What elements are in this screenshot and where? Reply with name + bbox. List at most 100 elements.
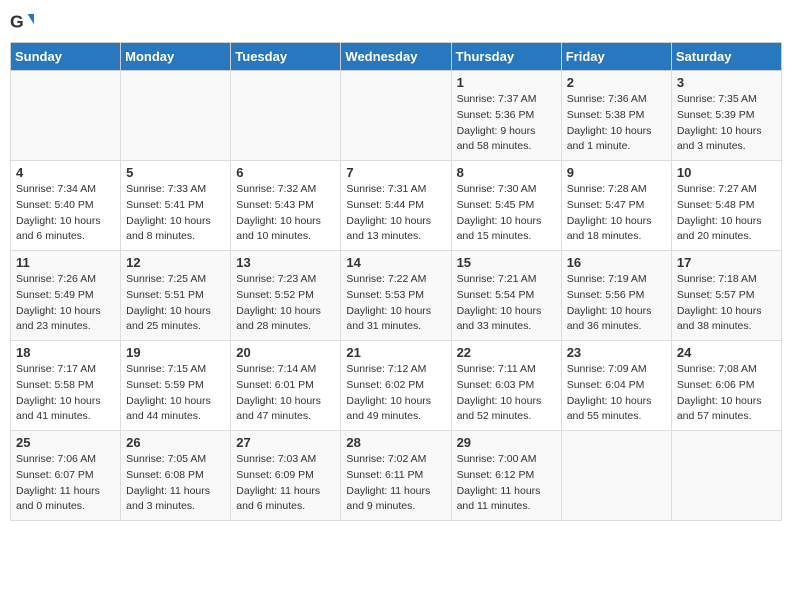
calendar-table: SundayMondayTuesdayWednesdayThursdayFrid… [10,42,782,521]
day-number: 5 [126,165,225,180]
calendar-cell: 7Sunrise: 7:31 AMSunset: 5:44 PMDaylight… [341,161,451,251]
calendar-cell: 16Sunrise: 7:19 AMSunset: 5:56 PMDayligh… [561,251,671,341]
day-header-saturday: Saturday [671,43,781,71]
logo: G [10,10,38,34]
day-number: 18 [16,345,115,360]
day-detail: Sunrise: 7:31 AMSunset: 5:44 PMDaylight:… [346,182,445,245]
day-detail: Sunrise: 7:09 AMSunset: 6:04 PMDaylight:… [567,362,666,425]
calendar-cell: 4 Sunrise: 7:34 AMSunset: 5:40 PMDaylight… [11,161,121,251]
day-detail: Sunrise: 7:28 AMSunset: 5:47 PMDaylight:… [567,182,666,245]
calendar-cell: 21 Sunrise: 7:12 AMSunset: 6:02 PMDayligh… [341,341,451,431]
day-detail: Sunrise: 7:21 AMSunset: 5:54 PMDaylight:… [457,272,556,335]
calendar-cell: 25Sunrise: 7:06 AMSunset: 6:07 PMDayligh… [11,431,121,521]
day-number: 10 [677,165,776,180]
day-number: 12 [126,255,225,270]
header-row: SundayMondayTuesdayWednesdayThursdayFrid… [11,43,782,71]
day-detail: Sunrise: 7:06 AMSunset: 6:07 PMDaylight:… [16,452,115,515]
day-detail: Sunrise: 7:15 AMSunset: 5:59 PMDaylight:… [126,362,225,425]
header: G [10,10,782,34]
calendar-cell: 19 Sunrise: 7:15 AMSunset: 5:59 PMDayligh… [121,341,231,431]
day-detail: Sunrise: 7:18 AMSunset: 5:57 PMDaylight:… [677,272,776,335]
calendar-cell: 11 Sunrise: 7:26 AMSunset: 5:49 PMDayligh… [11,251,121,341]
day-header-thursday: Thursday [451,43,561,71]
day-detail: Sunrise: 7:27 AMSunset: 5:48 PMDaylight:… [677,182,776,245]
day-number: 19 [126,345,225,360]
calendar-cell: 28 Sunrise: 7:02 AMSunset: 6:11 PMDayligh… [341,431,451,521]
calendar-cell: 15 Sunrise: 7:21 AMSunset: 5:54 PMDayligh… [451,251,561,341]
calendar-cell: 10 Sunrise: 7:27 AMSunset: 5:48 PMDayligh… [671,161,781,251]
day-header-monday: Monday [121,43,231,71]
day-detail: Sunrise: 7:33 AMSunset: 5:41 PMDaylight:… [126,182,225,245]
calendar-cell: 20 Sunrise: 7:14 AMSunset: 6:01 PMDayligh… [231,341,341,431]
day-detail: Sunrise: 7:14 AMSunset: 6:01 PMDaylight:… [236,362,335,425]
day-detail: Sunrise: 7:37 AMSunset: 5:36 PMDaylight:… [457,92,556,155]
day-number: 4 [16,165,115,180]
logo-icon: G [10,10,34,34]
day-number: 1 [457,75,556,90]
day-detail: Sunrise: 7:36 AMSunset: 5:38 PMDaylight:… [567,92,666,155]
day-detail: Sunrise: 7:02 AMSunset: 6:11 PMDaylight:… [346,452,445,515]
calendar-cell: 2 Sunrise: 7:36 AMSunset: 5:38 PMDaylight… [561,71,671,161]
day-detail: Sunrise: 7:03 AMSunset: 6:09 PMDaylight:… [236,452,335,515]
calendar-cell: 1 Sunrise: 7:37 AMSunset: 5:36 PMDaylight… [451,71,561,161]
calendar-cell: 27 Sunrise: 7:03 AMSunset: 6:09 PMDayligh… [231,431,341,521]
calendar-cell: 29 Sunrise: 7:00 AMSunset: 6:12 PMDayligh… [451,431,561,521]
week-row-1: 1 Sunrise: 7:37 AMSunset: 5:36 PMDaylight… [11,71,782,161]
calendar-cell: 22 Sunrise: 7:11 AMSunset: 6:03 PMDayligh… [451,341,561,431]
calendar-cell [121,71,231,161]
day-number: 3 [677,75,776,90]
day-number: 6 [236,165,335,180]
day-detail: Sunrise: 7:32 AMSunset: 5:43 PMDaylight:… [236,182,335,245]
week-row-5: 25Sunrise: 7:06 AMSunset: 6:07 PMDayligh… [11,431,782,521]
day-header-wednesday: Wednesday [341,43,451,71]
day-number: 17 [677,255,776,270]
day-number: 20 [236,345,335,360]
calendar-cell: 9 Sunrise: 7:28 AMSunset: 5:47 PMDaylight… [561,161,671,251]
calendar-cell: 6 Sunrise: 7:32 AMSunset: 5:43 PMDaylight… [231,161,341,251]
calendar-cell: 23 Sunrise: 7:09 AMSunset: 6:04 PMDayligh… [561,341,671,431]
week-row-2: 4 Sunrise: 7:34 AMSunset: 5:40 PMDaylight… [11,161,782,251]
day-header-friday: Friday [561,43,671,71]
day-detail: Sunrise: 7:25 AMSunset: 5:51 PMDaylight:… [126,272,225,335]
day-detail: Sunrise: 7:12 AMSunset: 6:02 PMDaylight:… [346,362,445,425]
day-detail: Sunrise: 7:30 AMSunset: 5:45 PMDaylight:… [457,182,556,245]
week-row-3: 11 Sunrise: 7:26 AMSunset: 5:49 PMDayligh… [11,251,782,341]
day-number: 27 [236,435,335,450]
day-number: 15 [457,255,556,270]
day-detail: Sunrise: 7:00 AMSunset: 6:12 PMDaylight:… [457,452,556,515]
day-number: 9 [567,165,666,180]
day-number: 24 [677,345,776,360]
calendar-cell: 5 Sunrise: 7:33 AMSunset: 5:41 PMDaylight… [121,161,231,251]
day-number: 13 [236,255,335,270]
day-detail: Sunrise: 7:11 AMSunset: 6:03 PMDaylight:… [457,362,556,425]
day-detail: Sunrise: 7:05 AMSunset: 6:08 PMDaylight:… [126,452,225,515]
day-number: 16 [567,255,666,270]
calendar-cell: 8 Sunrise: 7:30 AMSunset: 5:45 PMDaylight… [451,161,561,251]
day-detail: Sunrise: 7:17 AMSunset: 5:58 PMDaylight:… [16,362,115,425]
calendar-cell [561,431,671,521]
day-detail: Sunrise: 7:26 AMSunset: 5:49 PMDaylight:… [16,272,115,335]
day-detail: Sunrise: 7:08 AMSunset: 6:06 PMDaylight:… [677,362,776,425]
day-number: 2 [567,75,666,90]
calendar-cell [11,71,121,161]
calendar-cell [671,431,781,521]
day-number: 14 [346,255,445,270]
calendar-cell [341,71,451,161]
day-detail: Sunrise: 7:22 AMSunset: 5:53 PMDaylight:… [346,272,445,335]
calendar-cell: 3 Sunrise: 7:35 AMSunset: 5:39 PMDaylight… [671,71,781,161]
calendar-cell: 14 Sunrise: 7:22 AMSunset: 5:53 PMDayligh… [341,251,451,341]
svg-text:G: G [10,12,24,32]
day-number: 22 [457,345,556,360]
week-row-4: 18 Sunrise: 7:17 AMSunset: 5:58 PMDayligh… [11,341,782,431]
day-number: 8 [457,165,556,180]
day-number: 23 [567,345,666,360]
calendar-cell: 13Sunrise: 7:23 AMSunset: 5:52 PMDayligh… [231,251,341,341]
day-detail: Sunrise: 7:34 AMSunset: 5:40 PMDaylight:… [16,182,115,245]
day-number: 26 [126,435,225,450]
calendar-cell [231,71,341,161]
day-number: 11 [16,255,115,270]
day-number: 29 [457,435,556,450]
day-detail: Sunrise: 7:35 AMSunset: 5:39 PMDaylight:… [677,92,776,155]
day-number: 21 [346,345,445,360]
day-number: 28 [346,435,445,450]
